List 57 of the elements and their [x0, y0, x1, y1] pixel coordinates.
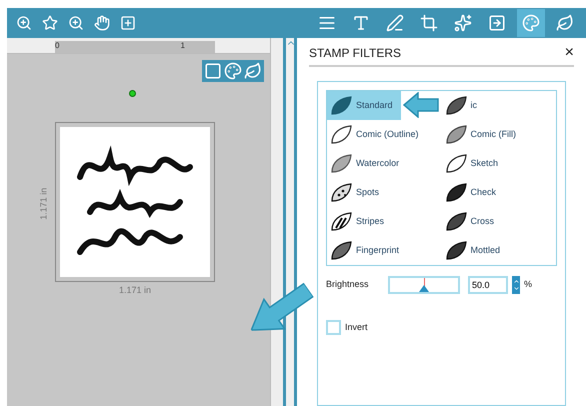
leaf-icon	[556, 14, 574, 32]
zoom-icon	[16, 15, 32, 31]
spinner-button[interactable]	[512, 276, 520, 294]
filter-option[interactable]: ic	[442, 91, 485, 120]
leaf-icon	[444, 212, 466, 232]
lines-icon	[318, 14, 336, 32]
leaf-icon[interactable]	[244, 62, 262, 80]
leaf-icon	[330, 182, 352, 202]
palette-icon	[522, 14, 540, 32]
filter-option[interactable]: Cross	[442, 207, 502, 236]
brightness-slider[interactable]	[388, 276, 460, 294]
filter-option[interactable]: Sketch	[442, 149, 506, 178]
close-button[interactable]: ×	[564, 45, 574, 61]
scrollbar[interactable]	[283, 38, 297, 406]
filter-option[interactable]: Comic (Fill)	[442, 120, 524, 149]
filter-option[interactable]: Check	[442, 178, 504, 207]
brightness-label: Brightness	[326, 278, 370, 292]
leaf-icon	[444, 182, 466, 202]
zoom-icon	[68, 15, 84, 31]
crop-icon	[420, 14, 438, 32]
pen-icon	[386, 14, 404, 32]
filter-option[interactable]: Spots	[327, 178, 388, 207]
pointer-arrow	[403, 92, 439, 118]
leaf-icon	[330, 124, 352, 144]
filter-option[interactable]: Standard	[327, 91, 401, 120]
leaf-icon	[444, 240, 466, 260]
filter-option[interactable]: Mottled	[442, 236, 508, 265]
leaf-icon	[330, 212, 352, 232]
leaf-icon	[330, 154, 352, 174]
palette-icon[interactable]	[224, 62, 242, 80]
leaf-icon	[444, 96, 466, 116]
slider-thumb[interactable]	[419, 285, 429, 292]
width-dimension: 1.171 in	[118, 284, 152, 297]
square-plus-icon	[120, 15, 136, 31]
leaf-icon	[330, 240, 352, 260]
leaf-icon	[330, 96, 352, 116]
hand-icon	[94, 15, 110, 31]
filter-option[interactable]: Fingerprint	[327, 236, 408, 265]
filter-option[interactable]: Stripes	[327, 207, 392, 236]
palette-button[interactable]	[517, 9, 545, 37]
leaf-icon	[444, 154, 466, 174]
rotate-handle[interactable]	[129, 90, 136, 97]
ruler-label: 1	[180, 41, 185, 52]
star-icon	[42, 15, 58, 31]
panel-title: STAMP FILTERS	[309, 45, 402, 62]
filter-option[interactable]: Watercolor	[327, 149, 408, 178]
sparkle-icon	[454, 14, 472, 32]
invert-checkbox[interactable]	[326, 320, 341, 335]
brightness-input[interactable]: 50.0	[468, 276, 508, 294]
leaf-icon	[444, 124, 466, 144]
ruler-label: 0	[55, 41, 60, 52]
filter-option[interactable]: Comic (Outline)	[327, 120, 427, 149]
invert-label: Invert	[345, 320, 368, 334]
unit-label: %	[524, 278, 532, 292]
rectangle-icon[interactable]	[204, 62, 222, 80]
height-dimension: 1.171 in	[37, 188, 50, 220]
letter-icon	[352, 14, 370, 32]
